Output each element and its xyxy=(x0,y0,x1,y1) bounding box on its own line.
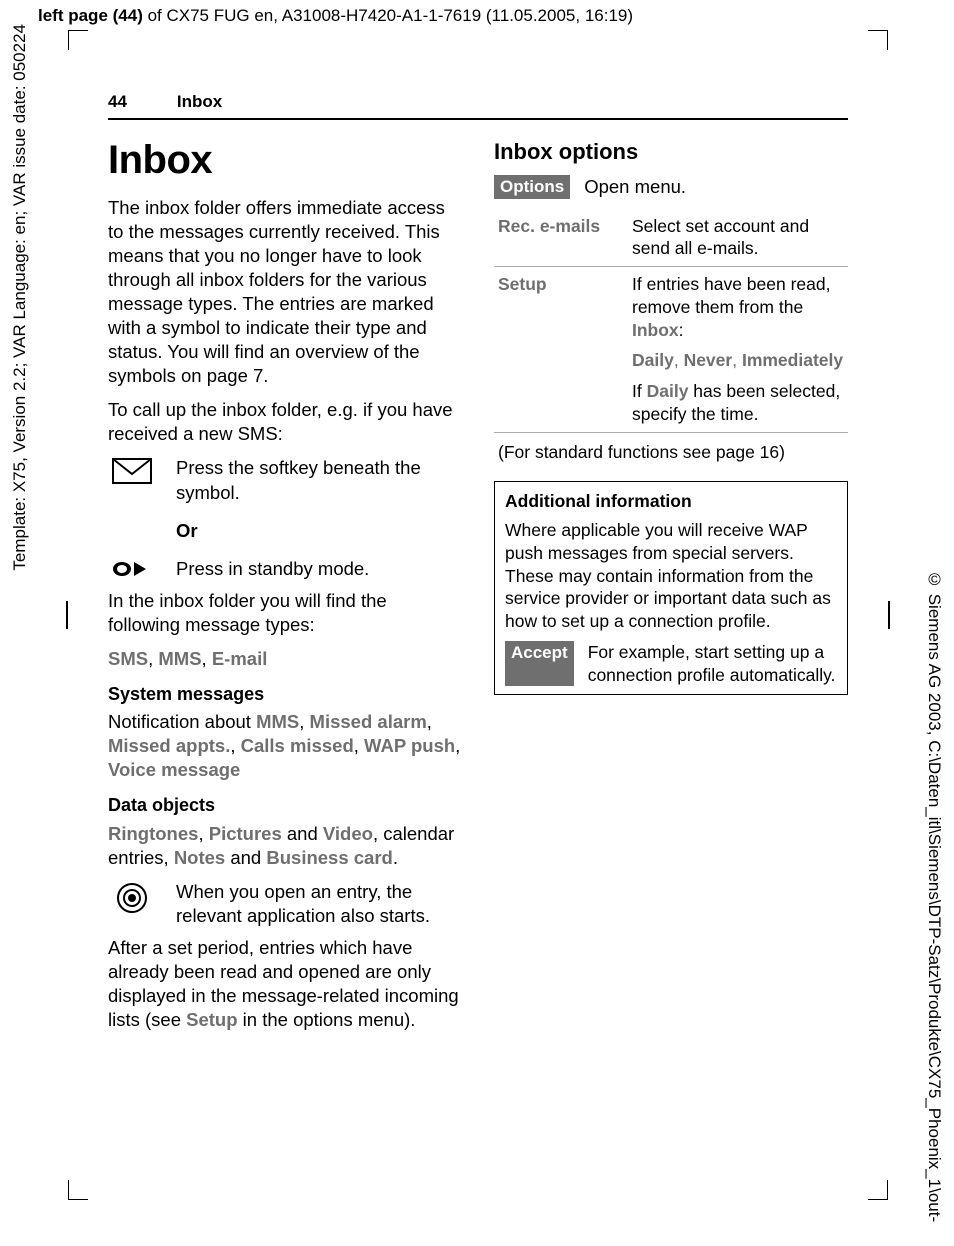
page-title: Inbox xyxy=(108,134,462,186)
standard-functions-note: (For standard functions see page 16) xyxy=(494,439,848,466)
accept-text: For example, start setting up a connecti… xyxy=(588,641,837,687)
callup-paragraph: To call up the inbox folder, e.g. if you… xyxy=(108,398,462,446)
doc-id: of CX75 FUG en, A31008-H7420-A1-1-7619 (… xyxy=(143,6,633,25)
crop-tick xyxy=(888,601,890,629)
info-title: Additional information xyxy=(505,490,837,513)
page-position: left page (44) xyxy=(38,6,143,25)
option-row-setup: Setup If entries have been read, remove … xyxy=(494,267,848,433)
crop-mark xyxy=(68,1180,88,1200)
open-entry-instruction: When you open an entry, the relevant app… xyxy=(176,880,462,928)
data-objects-heading: Data objects xyxy=(108,794,462,817)
option-value: Select set account and send all e-mails. xyxy=(632,215,844,261)
page-number: 44 xyxy=(108,92,127,112)
joystick-right-icon xyxy=(108,557,156,579)
info-paragraph: Where applicable you will receive WAP pu… xyxy=(505,519,837,633)
types-paragraph: In the inbox folder you will find the fo… xyxy=(108,589,462,637)
running-head: 44 Inbox xyxy=(108,92,848,120)
option-value: If entries have been read, remove them f… xyxy=(632,273,844,426)
crop-tick xyxy=(66,601,68,629)
option-key: Setup xyxy=(498,273,618,426)
data-objects-list: Ringtones, Pictures and Video, calendar … xyxy=(108,822,462,870)
type-sms: SMS xyxy=(108,648,148,669)
or-separator: Or xyxy=(176,519,462,543)
system-messages-heading: System messages xyxy=(108,683,462,706)
additional-info-box: Additional information Where applicable … xyxy=(494,481,848,695)
right-column: Inbox options Options Open menu. Rec. e-… xyxy=(494,134,848,1042)
after-period-paragraph: After a set period, entries which have a… xyxy=(108,936,462,1032)
content-area: 44 Inbox Inbox The inbox folder offers i… xyxy=(108,92,848,1160)
print-header: left page (44) of CX75 FUG en, A31008-H7… xyxy=(38,6,633,26)
setup-ref: Setup xyxy=(186,1009,237,1030)
crop-mark xyxy=(868,1180,888,1200)
softkey-instruction: Press the softkey beneath the symbol. xyxy=(176,456,462,504)
center-key-icon xyxy=(108,880,156,914)
msg-types: SMS, MMS, E-mail xyxy=(108,647,462,671)
template-info-vertical: Template: X75, Version 2.2; VAR Language… xyxy=(10,24,30,571)
envelope-icon xyxy=(108,456,156,484)
left-column: Inbox The inbox folder offers immediate … xyxy=(108,134,462,1042)
type-mms: MMS xyxy=(158,648,201,669)
system-messages-list: Notification about MMS, Missed alarm, Mi… xyxy=(108,710,462,782)
crop-mark xyxy=(868,30,888,50)
intro-paragraph: The inbox folder offers immediate access… xyxy=(108,196,462,388)
open-menu-text: Open menu. xyxy=(584,175,686,199)
running-head-title: Inbox xyxy=(177,92,222,112)
standby-instruction: Press in standby mode. xyxy=(176,557,462,581)
accept-softkey[interactable]: Accept xyxy=(505,641,574,687)
option-row-rec-emails: Rec. e-mails Select set account and send… xyxy=(494,209,848,268)
options-softkey[interactable]: Options xyxy=(494,175,570,199)
type-email: E-mail xyxy=(212,648,268,669)
options-line: Options Open menu. xyxy=(494,175,848,199)
page-frame: 44 Inbox Inbox The inbox folder offers i… xyxy=(68,30,888,1200)
copyright-path-vertical: © Siemens AG 2003, C:\Daten_itl\Siemens\… xyxy=(924,570,944,1222)
option-key: Rec. e-mails xyxy=(498,215,618,261)
crop-mark xyxy=(68,30,88,50)
inbox-options-heading: Inbox options xyxy=(494,138,848,167)
